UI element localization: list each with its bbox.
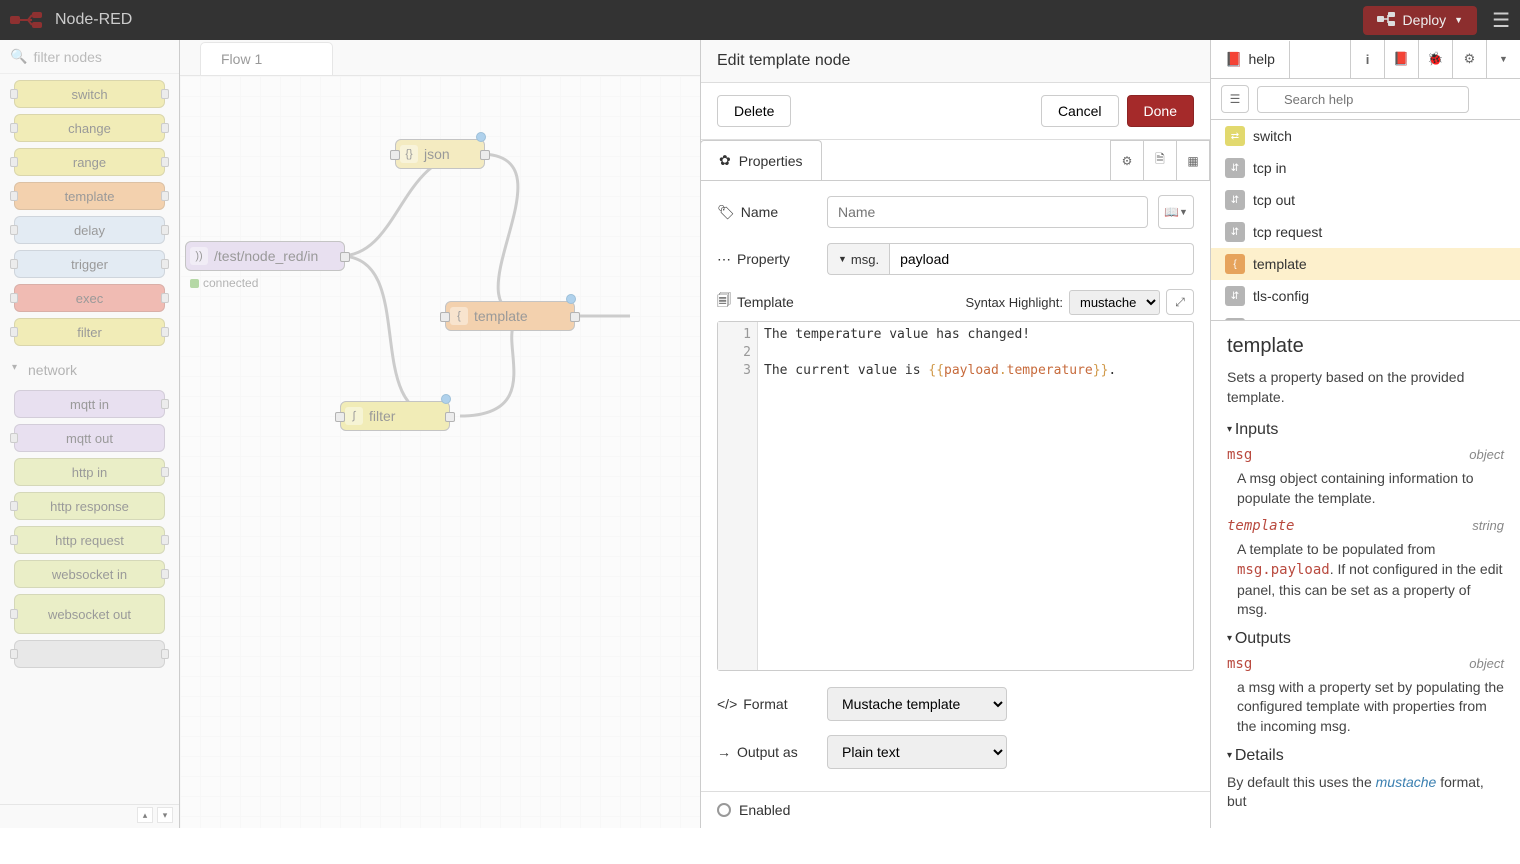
template-code-editor[interactable]: 123 The temperature value has changed! T… — [717, 321, 1194, 671]
help-list-item[interactable]: ⇵tcp request — [1211, 216, 1520, 248]
template-icon: 🗐 — [717, 290, 731, 314]
node-type-icon: ⇄ — [1225, 126, 1245, 146]
flow-node-mqtt-in[interactable]: )) /test/node_red/in — [185, 241, 345, 271]
node-type-icon: ⇵ — [1225, 286, 1245, 306]
help-title: template — [1227, 335, 1504, 358]
code-body[interactable]: The temperature value has changed! The c… — [758, 322, 1193, 670]
name-input[interactable] — [827, 196, 1148, 228]
help-list-item[interactable]: ⇵tls-config — [1211, 280, 1520, 312]
info-tab-button[interactable]: i — [1350, 40, 1384, 78]
output-select[interactable]: Plain text — [827, 735, 1007, 769]
help-list-item[interactable]: ⇵tcp in — [1211, 152, 1520, 184]
node-type-icon: { — [1225, 254, 1245, 274]
mqtt-status: connected — [190, 276, 258, 290]
mqtt-icon: )) — [190, 247, 208, 265]
node-type-icon: ⇵ — [1225, 190, 1245, 210]
help-tab[interactable]: 📕 help — [1211, 41, 1290, 78]
app-header: Node-RED Deploy ▼ ☰ — [0, 0, 1520, 40]
flow-canvas[interactable]: )) /test/node_red/in connected {} json {… — [180, 76, 700, 828]
flow-node-filter[interactable]: ∫ filter — [340, 401, 450, 431]
help-tab-button[interactable]: 📕 — [1384, 40, 1418, 78]
palette-collapse-button[interactable]: ▴ — [137, 807, 153, 823]
node-type-icon: ⇵ — [1225, 222, 1245, 242]
palette-node-filter[interactable]: filter — [14, 318, 165, 346]
palette-node-http-in[interactable]: http in — [14, 458, 165, 486]
config-tab-button[interactable]: ⚙ — [1452, 40, 1486, 78]
palette-node-delay[interactable]: delay — [14, 216, 165, 244]
palette-expand-button[interactable]: ▾ — [157, 807, 173, 823]
flow-node-json[interactable]: {} json — [395, 139, 485, 169]
format-select[interactable]: Mustache template — [827, 687, 1007, 721]
gear-icon: ✿ — [719, 152, 731, 169]
palette-sidebar: 🔍 switch change range template delay tri… — [0, 40, 180, 828]
help-search-input[interactable] — [1257, 86, 1469, 113]
palette-node-template[interactable]: template — [14, 182, 165, 210]
properties-tab[interactable]: ✿ Properties — [700, 140, 822, 180]
node-red-logo-icon — [10, 10, 50, 30]
help-list-item[interactable]: ⇄switch — [1211, 120, 1520, 152]
palette-node-switch[interactable]: switch — [14, 80, 165, 108]
json-icon: {} — [400, 145, 418, 163]
deploy-icon — [1377, 12, 1395, 29]
palette-node-mqtt-out[interactable]: mqtt out — [14, 424, 165, 452]
palette-filter[interactable]: 🔍 — [0, 40, 179, 74]
delete-button[interactable]: Delete — [717, 95, 791, 127]
done-button[interactable]: Done — [1127, 95, 1194, 127]
app-title: Node-RED — [55, 11, 132, 29]
deploy-button[interactable]: Deploy ▼ — [1363, 6, 1478, 35]
palette-node-change[interactable]: change — [14, 114, 165, 142]
palette-node-trigger[interactable]: trigger — [14, 250, 165, 278]
flow-canvas-area: Flow 1 )) /test/node_red/in connected {} — [180, 40, 700, 828]
line-gutter: 123 — [718, 322, 758, 670]
code-icon: </> — [717, 696, 737, 712]
arrow-right-icon: → — [717, 744, 731, 760]
cancel-button[interactable]: Cancel — [1041, 95, 1119, 127]
expand-editor-button[interactable]: ⤢ — [1166, 289, 1194, 315]
palette-node-range[interactable]: range — [14, 148, 165, 176]
palette-node-websocket-in[interactable]: websocket in — [14, 560, 165, 588]
chevron-down-icon: ▼ — [1454, 15, 1463, 25]
help-list-item[interactable]: {template — [1211, 248, 1520, 280]
help-sidebar: 📕 help i 📕 🐞 ⚙ ▼ ☰ ⇄switch⇵tcp in⇵tcp ou… — [1210, 40, 1520, 828]
editor-appearance-button[interactable]: ▦ — [1176, 140, 1210, 180]
flow-tab[interactable]: Flow 1 — [200, 42, 333, 75]
help-topic-list[interactable]: ⇄switch⇵tcp in⇵tcp out⇵tcp request{templ… — [1211, 120, 1520, 320]
name-icon-picker[interactable]: 📖 ▼ — [1158, 195, 1194, 229]
palette-node-more[interactable] — [14, 640, 165, 668]
palette-node-websocket-out[interactable]: websocket out — [14, 594, 165, 634]
template-icon: { — [450, 307, 468, 325]
palette-node-exec[interactable]: exec — [14, 284, 165, 312]
toc-button[interactable]: ☰ — [1221, 85, 1249, 113]
enabled-toggle[interactable] — [717, 803, 731, 817]
book-icon: 📕 — [1225, 51, 1242, 68]
ellipsis-icon: ⋯ — [717, 251, 731, 268]
node-editor-panel: Edit template node Delete Cancel Done ✿ … — [700, 40, 1210, 828]
node-type-icon: ⇵ — [1225, 158, 1245, 178]
property-input[interactable] — [889, 243, 1194, 275]
flow-node-template[interactable]: { template — [445, 301, 575, 331]
property-type-selector[interactable]: ▼msg. — [827, 243, 889, 275]
status-dot-icon — [190, 279, 199, 288]
palette-node-http-request[interactable]: http request — [14, 526, 165, 554]
syntax-select[interactable]: mustache — [1069, 290, 1160, 315]
editor-settings-button[interactable]: ⚙ — [1110, 140, 1144, 180]
help-list-item[interactable]: ⇵trigger — [1211, 312, 1520, 320]
hamburger-menu-button[interactable]: ☰ — [1492, 8, 1510, 33]
filter-icon: ∫ — [345, 407, 363, 425]
help-content: template Sets a property based on the pr… — [1211, 320, 1520, 828]
sidebar-menu-button[interactable]: ▼ — [1486, 40, 1520, 78]
palette-node-http-response[interactable]: http response — [14, 492, 165, 520]
debug-tab-button[interactable]: 🐞 — [1418, 40, 1452, 78]
editor-description-button[interactable]: 🗎 — [1143, 140, 1177, 180]
palette-node-mqtt-in[interactable]: mqtt in — [14, 390, 165, 418]
search-icon: 🔍 — [10, 48, 27, 65]
editor-title: Edit template node — [701, 40, 1210, 83]
tag-icon: 🏷 — [717, 204, 735, 221]
help-list-item[interactable]: ⇵tcp out — [1211, 184, 1520, 216]
mustache-link[interactable]: mustache — [1376, 774, 1437, 790]
palette-category-network[interactable]: network — [0, 352, 179, 384]
